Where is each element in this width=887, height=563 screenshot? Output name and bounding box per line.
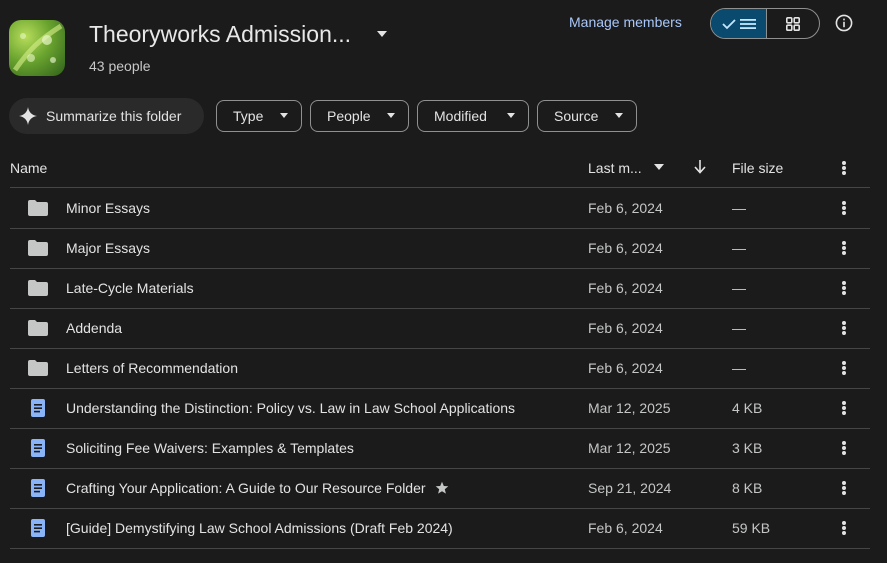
last-modified: Feb 6, 2024 — [588, 520, 663, 536]
more-actions-icon[interactable] — [841, 281, 847, 295]
more-actions-icon[interactable] — [841, 521, 847, 535]
column-header-name[interactable]: Name — [10, 160, 47, 176]
file-row[interactable]: [Guide] Demystifying Law School Admissio… — [10, 508, 870, 549]
google-doc-icon — [31, 519, 45, 537]
file-row[interactable]: Understanding the Distinction: Policy vs… — [10, 388, 870, 429]
last-modified: Sep 21, 2024 — [588, 480, 672, 496]
people-filter-label: People — [327, 108, 371, 124]
file-size: — — [732, 320, 746, 336]
list-view-button[interactable] — [711, 9, 766, 38]
more-actions-icon[interactable] — [841, 201, 847, 215]
folder-icon — [28, 200, 48, 216]
file-name: Understanding the Distinction: Policy vs… — [66, 400, 516, 416]
file-name: Soliciting Fee Waivers: Examples & Templ… — [66, 440, 354, 456]
title-dropdown-icon[interactable] — [376, 30, 388, 38]
folder-icon — [28, 280, 48, 296]
modified-filter-label: Modified — [434, 108, 487, 124]
file-row[interactable]: Letters of Recommendation Feb 6, 2024 — — [10, 348, 870, 389]
file-name: Crafting Your Application: A Guide to Ou… — [66, 480, 426, 496]
file-name: Minor Essays — [66, 200, 151, 216]
more-actions-icon[interactable] — [841, 481, 847, 495]
folder-icon — [28, 360, 48, 376]
last-modified: Feb 6, 2024 — [588, 200, 663, 216]
file-size: 8 KB — [732, 480, 763, 496]
members-count: 43 people — [89, 58, 151, 74]
file-row[interactable]: Major Essays Feb 6, 2024 — — [10, 228, 870, 269]
summarize-folder-button[interactable]: Summarize this folder — [9, 98, 204, 134]
google-doc-icon — [31, 439, 45, 457]
folder-icon — [28, 320, 48, 336]
sort-direction-arrow-icon[interactable] — [694, 160, 706, 174]
file-size: 4 KB — [732, 400, 763, 416]
caret-down-icon — [615, 113, 623, 118]
view-toggle — [710, 8, 820, 39]
file-row[interactable]: Minor Essays Feb 6, 2024 — — [10, 188, 870, 229]
last-modified: Feb 6, 2024 — [588, 320, 663, 336]
file-name: [Guide] Demystifying Law School Admissio… — [66, 520, 453, 536]
type-filter-label: Type — [233, 108, 264, 124]
star-icon[interactable] — [435, 481, 449, 495]
summarize-label: Summarize this folder — [46, 108, 182, 124]
file-size: — — [732, 280, 746, 296]
people-filter-chip[interactable]: People — [310, 100, 409, 132]
grid-view-button[interactable] — [766, 9, 819, 38]
more-actions-icon[interactable] — [841, 241, 847, 255]
source-filter-chip[interactable]: Source — [537, 100, 637, 132]
drive-title[interactable]: Theoryworks Admission... — [89, 21, 351, 48]
type-filter-chip[interactable]: Type — [216, 100, 302, 132]
caret-down-icon — [387, 113, 395, 118]
file-size: 3 KB — [732, 440, 763, 456]
info-icon[interactable] — [835, 14, 853, 32]
caret-down-icon — [507, 113, 515, 118]
list-icon — [739, 18, 756, 29]
modified-filter-chip[interactable]: Modified — [417, 100, 529, 132]
file-name: Letters of Recommendation — [66, 360, 238, 376]
grid-icon — [786, 16, 800, 31]
file-size: — — [732, 240, 746, 256]
last-modified: Feb 6, 2024 — [588, 240, 663, 256]
column-header-file-size[interactable]: File size — [732, 160, 783, 176]
manage-members-link[interactable]: Manage members — [569, 14, 682, 30]
source-filter-label: Source — [554, 108, 599, 124]
last-modified: Feb 6, 2024 — [588, 280, 663, 296]
more-actions-icon[interactable] — [841, 321, 847, 335]
file-row[interactable]: Crafting Your Application: A Guide to Ou… — [10, 468, 870, 509]
file-row[interactable]: Soliciting Fee Waivers: Examples & Templ… — [10, 428, 870, 469]
file-name: Major Essays — [66, 240, 151, 256]
more-actions-icon[interactable] — [841, 361, 847, 375]
file-row[interactable]: Late-Cycle Materials Feb 6, 2024 — — [10, 268, 870, 309]
column-header-last-modified[interactable]: Last m... — [588, 160, 642, 176]
sparkle-icon — [19, 107, 37, 125]
file-name: Addenda — [66, 320, 123, 336]
more-actions-icon[interactable] — [841, 441, 847, 455]
google-doc-icon — [31, 479, 45, 497]
shared-drive-page: Theoryworks Admission... 43 people Manag… — [0, 0, 887, 563]
sort-dropdown-icon[interactable] — [654, 164, 664, 170]
google-doc-icon — [31, 399, 45, 417]
check-icon — [721, 18, 736, 29]
last-modified: Mar 12, 2025 — [588, 440, 671, 456]
drive-thumbnail — [9, 20, 65, 76]
last-modified: Mar 12, 2025 — [588, 400, 671, 416]
more-actions-icon[interactable] — [841, 401, 847, 415]
file-name: Late-Cycle Materials — [66, 280, 194, 296]
file-row[interactable]: Addenda Feb 6, 2024 — — [10, 308, 870, 349]
folder-icon — [28, 240, 48, 256]
more-options-icon[interactable] — [841, 161, 847, 175]
last-modified: Feb 6, 2024 — [588, 360, 663, 376]
file-size: — — [732, 360, 746, 376]
caret-down-icon — [280, 113, 288, 118]
file-size: 59 KB — [732, 520, 771, 536]
file-size: — — [732, 200, 746, 216]
